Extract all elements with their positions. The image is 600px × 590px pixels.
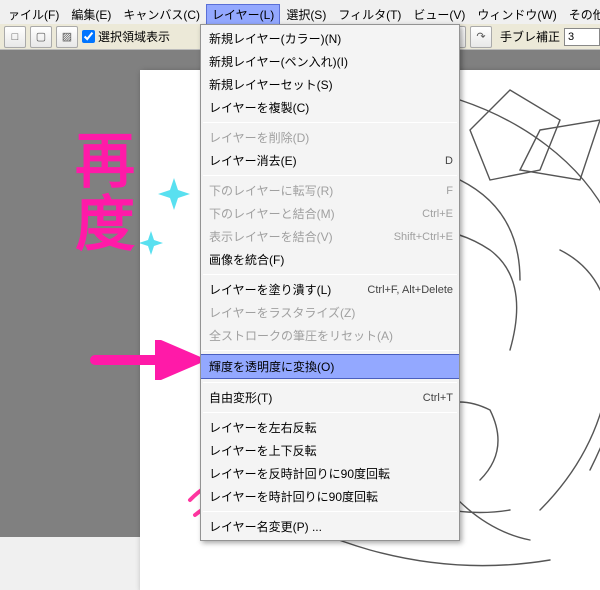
- menu-item-shortcut: Ctrl+E: [422, 208, 453, 220]
- menu-separator: [203, 382, 457, 383]
- menu-dropdown-item[interactable]: 新規レイヤー(ペン入れ)(I): [201, 50, 459, 73]
- menu-item-label: レイヤー名変更(P) ...: [209, 518, 453, 535]
- menu-item-label: 下のレイヤーと結合(M): [209, 205, 422, 222]
- menu-item[interactable]: レイヤー(L): [206, 4, 280, 25]
- menu-item-shortcut: D: [445, 155, 453, 167]
- selection-display-checkbox[interactable]: 選択領域表示: [82, 28, 170, 45]
- menu-item-label: レイヤーを上下反転: [209, 442, 453, 459]
- tool-button-2[interactable]: ▢: [30, 26, 52, 48]
- menu-separator: [203, 274, 457, 275]
- menu-item-label: レイヤーを削除(D): [209, 129, 453, 146]
- menu-dropdown-item[interactable]: 画像を統合(F): [201, 248, 459, 271]
- menu-item-label: レイヤーを複製(C): [209, 99, 453, 116]
- menu-dropdown-item[interactable]: レイヤーを複製(C): [201, 96, 459, 119]
- menu-item-label: レイヤーを塗り潰す(L): [209, 281, 367, 298]
- menu-dropdown-item[interactable]: 輝度を透明度に変換(O): [201, 354, 459, 379]
- menu-dropdown-item: 下のレイヤーと結合(M)Ctrl+E: [201, 202, 459, 225]
- menu-item-label: 画像を統合(F): [209, 251, 453, 268]
- menu-dropdown-item: レイヤーをラスタライズ(Z): [201, 301, 459, 324]
- menu-dropdown-item[interactable]: レイヤーを反時計回りに90度回転: [201, 462, 459, 485]
- menu-dropdown-item[interactable]: レイヤー消去(E)D: [201, 149, 459, 172]
- stabilizer-value[interactable]: 3: [564, 28, 600, 46]
- menu-bar: ァイル(F)編集(E)キャンバス(C)レイヤー(L)選択(S)フィルタ(T)ビュ…: [0, 4, 600, 24]
- menu-item[interactable]: 選択(S): [280, 4, 332, 25]
- menu-dropdown-item[interactable]: レイヤー名変更(P) ...: [201, 515, 459, 538]
- menu-item-label: 新規レイヤー(カラー)(N): [209, 30, 453, 47]
- menu-dropdown-item[interactable]: レイヤーを上下反転: [201, 439, 459, 462]
- menu-dropdown-item: 下のレイヤーに転写(R)F: [201, 179, 459, 202]
- menu-item[interactable]: 編集(E): [65, 4, 117, 25]
- menu-dropdown-item: 表示レイヤーを結合(V)Shift+Ctrl+E: [201, 225, 459, 248]
- layer-menu-dropdown: 新規レイヤー(カラー)(N) 新規レイヤー(ペン入れ)(I) 新規レイヤーセット(S…: [200, 24, 460, 541]
- menu-item-label: 新規レイヤー(ペン入れ)(I): [209, 53, 453, 70]
- menu-dropdown-item[interactable]: 新規レイヤー(カラー)(N): [201, 27, 459, 50]
- tool-button-1[interactable]: □: [4, 26, 26, 48]
- menu-dropdown-item[interactable]: 自由変形(T)Ctrl+T: [201, 386, 459, 409]
- selection-display-check[interactable]: [82, 30, 95, 43]
- menu-item-label: 表示レイヤーを結合(V): [209, 228, 394, 245]
- menu-item-label: 全ストロークの筆圧をリセット(A): [209, 327, 453, 344]
- tool-button-redo[interactable]: ↷: [470, 26, 492, 48]
- menu-dropdown-item[interactable]: レイヤーを左右反転: [201, 416, 459, 439]
- menu-item-shortcut: Ctrl+T: [423, 392, 453, 404]
- menu-item-label: 新規レイヤーセット(S): [209, 76, 453, 93]
- menu-item-label: 下のレイヤーに転写(R): [209, 182, 446, 199]
- menu-item-label: 自由変形(T): [209, 389, 423, 406]
- menu-item-label: レイヤーを時計回りに90度回転: [209, 488, 453, 505]
- menu-separator: [203, 122, 457, 123]
- menu-dropdown-item[interactable]: レイヤーを時計回りに90度回転: [201, 485, 459, 508]
- menu-separator: [203, 350, 457, 351]
- menu-item-shortcut: F: [446, 185, 453, 197]
- menu-item-label: レイヤーを反時計回りに90度回転: [209, 465, 453, 482]
- tool-button-3[interactable]: ▨: [56, 26, 78, 48]
- menu-separator: [203, 511, 457, 512]
- selection-display-label: 選択領域表示: [98, 28, 170, 45]
- menu-item[interactable]: フィルタ(T): [332, 4, 407, 25]
- menu-dropdown-item: レイヤーを削除(D): [201, 126, 459, 149]
- menu-separator: [203, 175, 457, 176]
- menu-dropdown-item[interactable]: レイヤーを塗り潰す(L)Ctrl+F, Alt+Delete: [201, 278, 459, 301]
- menu-item[interactable]: ウィンドウ(W): [471, 4, 562, 25]
- menu-dropdown-item: 全ストロークの筆圧をリセット(A): [201, 324, 459, 347]
- menu-item-shortcut: Ctrl+F, Alt+Delete: [367, 284, 453, 296]
- menu-item[interactable]: その他(O): [563, 4, 600, 25]
- menu-item-label: レイヤーを左右反転: [209, 419, 453, 436]
- menu-item[interactable]: ビュー(V): [407, 4, 471, 25]
- menu-separator: [203, 412, 457, 413]
- menu-item-shortcut: Shift+Ctrl+E: [394, 231, 453, 243]
- menu-item-label: 輝度を透明度に変換(O): [209, 358, 453, 375]
- menu-dropdown-item[interactable]: 新規レイヤーセット(S): [201, 73, 459, 96]
- annotation-text: 再 度: [75, 130, 137, 256]
- menu-item-label: レイヤーをラスタライズ(Z): [209, 304, 453, 321]
- menu-item-label: レイヤー消去(E): [209, 152, 445, 169]
- stabilizer-label: 手ブレ補正: [500, 28, 560, 45]
- menu-item[interactable]: ァイル(F): [2, 4, 65, 25]
- menu-item[interactable]: キャンバス(C): [117, 4, 206, 25]
